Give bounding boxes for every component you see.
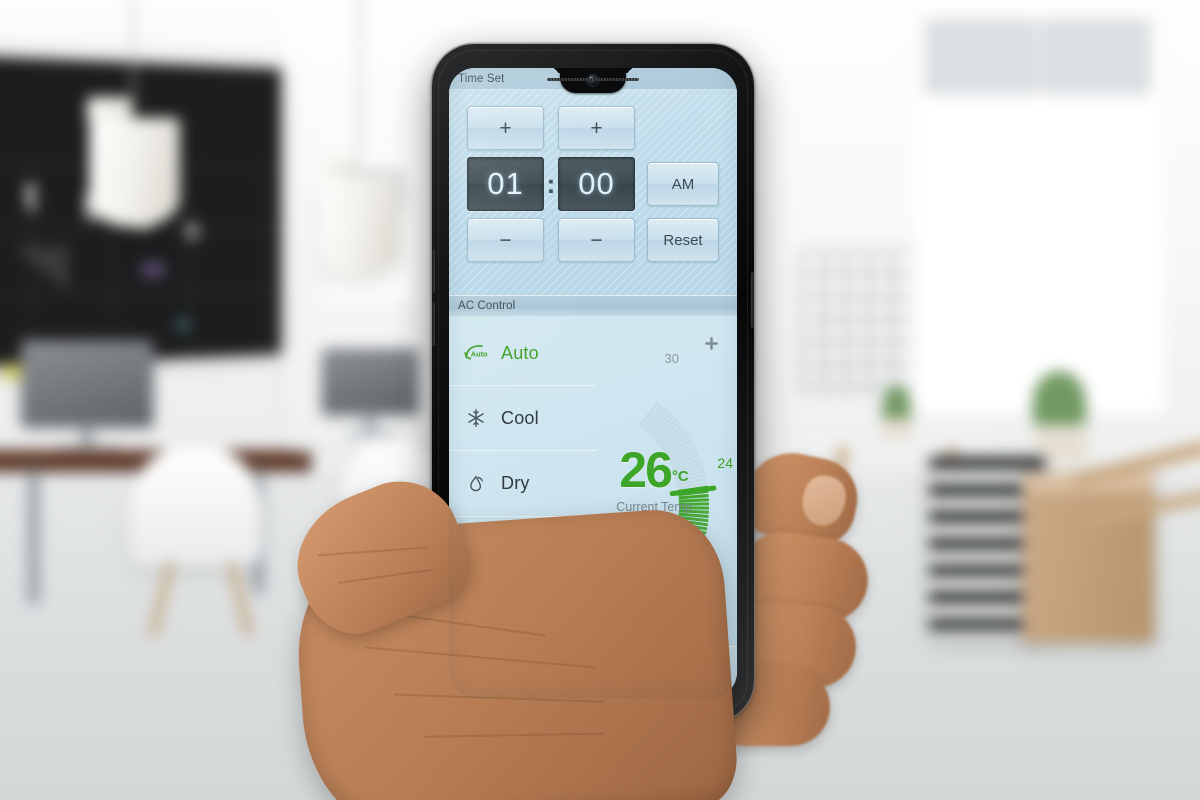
minute-increment-button[interactable]: + [558,106,635,150]
minute-increment-label: + [590,116,603,140]
sun-icon [463,601,489,627]
tab-option[interactable]: Option [521,647,594,698]
mode-row-dry[interactable]: Dry [449,451,597,517]
wire-grid-board [800,250,915,395]
temperature-area: 30 16 24 26°C Current Temp [597,317,737,646]
tab-timer[interactable]: Timer [594,647,666,698]
chalk-letter-t: t [24,174,38,219]
auto-leaf-icon: Auto [463,340,489,366]
desk-leg-1 [27,470,40,604]
tab-label-settings: Settings [681,678,722,691]
fan-blades-icon [463,536,489,562]
snowflake-icon [463,405,489,431]
water-drop-icon [463,471,489,497]
phone-device: Time Set + + 01: 00 AM − − Reset AC Con… [432,44,754,722]
chalk-triangle [13,246,69,294]
plus-circle-icon [546,655,568,677]
mode-label-cool: Cool [501,407,539,428]
scale-set-value-label: 24 [717,455,733,471]
chalk-letter-s2: s [183,212,201,246]
minute-display[interactable]: 00 [558,157,635,211]
pendant-lamp-2 [319,177,401,277]
lamp-top-1 [87,97,133,120]
reset-button[interactable]: Reset [647,218,719,262]
touch-hand-icon [474,655,496,677]
mode-list: Auto Auto Cool Dry Fan Heat [449,317,597,646]
tab-label-timer: Timer [615,678,643,691]
lamp-cord-2 [358,0,362,164]
hour-increment-label: + [499,116,512,140]
scale-max-label: 30 [664,351,679,366]
phone-screen: Time Set + + 01: 00 AM − − Reset AC Con… [449,68,737,698]
chair-1 [128,447,263,567]
monitor-stand-right [365,412,376,433]
mode-label-heat: Heat [501,603,540,624]
gear-icon [690,655,712,677]
mode-row-heat[interactable]: Heat [449,582,597,646]
minute-decrement-button[interactable]: − [558,218,635,262]
volume-down-button[interactable] [432,302,435,346]
window-blind-split [1037,17,1041,96]
hour-decrement-label: − [499,228,512,252]
hour-increment-button[interactable]: + [467,106,544,150]
pendant-lamp-1 [89,117,180,227]
chalk-note-purple [142,263,165,277]
plant-pot [880,418,914,440]
hour-display[interactable]: 01 [467,157,544,211]
svg-text:Auto: Auto [471,350,488,359]
chair-2 [340,441,444,536]
meridiem-label: AM [671,175,695,193]
mode-label-dry: Dry [501,473,530,493]
meridiem-button[interactable]: AM [647,162,719,206]
power-button[interactable] [751,272,754,328]
mode-row-cool[interactable]: Cool [449,386,597,452]
hour-value: 01 [487,166,524,201]
mode-label-fan: Fan [501,538,533,559]
mode-row-auto[interactable]: Auto Auto [449,321,597,387]
monitor-stand-left [80,424,94,448]
temperature-unit: °C [671,467,689,485]
hour-decrement-button[interactable]: − [467,218,544,262]
ac-remote-app: Time Set + + 01: 00 AM − − Reset AC Con… [449,68,737,698]
reset-label: Reset [663,231,703,249]
monitor-left [21,340,153,427]
tab-label-option: Option [540,678,574,691]
clock-icon [618,655,640,677]
tab-mode[interactable]: Mode [449,647,522,698]
minute-decrement-label: − [590,228,603,252]
time-set-panel: + + 01 : 00 AM − − Reset [449,90,737,295]
time-set-title: Time Set [458,72,505,85]
current-temperature-value: 26 [619,442,673,498]
mode-row-fan[interactable]: Fan [449,517,597,582]
current-temperature-caption: Current Temp [616,500,692,514]
earpiece-speaker [547,78,639,81]
ac-control-panel: Auto Auto Cool Dry Fan Heat 30 16 24 26°… [449,317,737,646]
monitor-right [321,348,419,415]
mode-label-auto: Auto [501,342,539,363]
minute-value: 00 [578,166,615,201]
time-set-grid: + + 01 : 00 AM − − Reset [461,106,725,262]
volume-up-button[interactable] [432,249,435,293]
current-temperature-block: 26°C Current Temp [601,445,707,514]
tab-label-mode: Mode [470,678,499,691]
ac-control-header: AC Control [449,295,737,317]
time-separator: : [546,169,556,199]
paper-bag [1022,472,1155,643]
lamp-cord-1 [132,0,135,102]
bottom-tab-bar: Mode Option Timer Settings [449,646,737,698]
ac-control-title: AC Control [458,300,516,312]
scale-min-label: 16 [664,597,679,612]
window-large [909,2,1167,415]
lamp-top-2 [317,158,359,180]
tab-settings[interactable]: Settings [666,647,737,698]
